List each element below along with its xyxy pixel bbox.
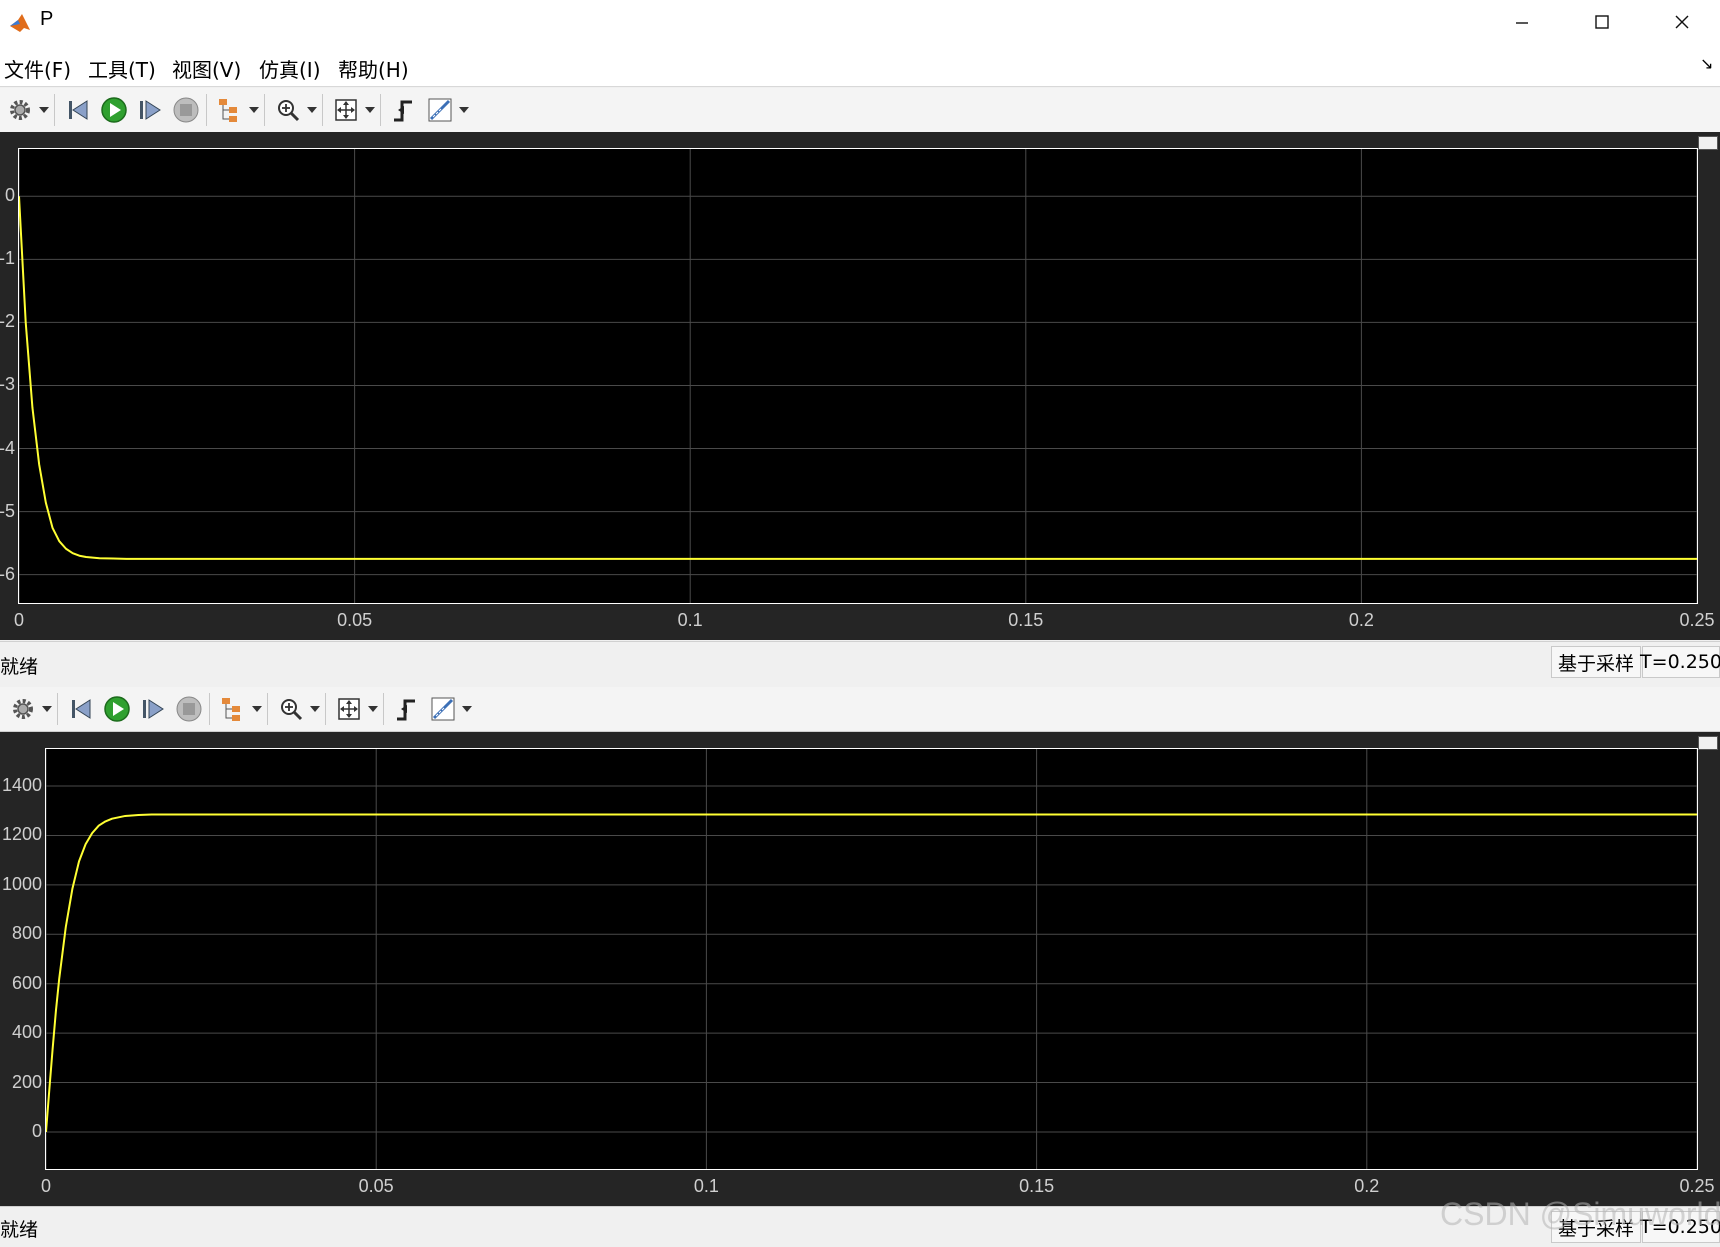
step-back-icon[interactable] (65, 693, 97, 725)
menu-view[interactable]: 视图(V) (172, 54, 241, 83)
restore-layout-button[interactable] (1698, 136, 1718, 150)
x-tick-label: 0 (13, 610, 25, 630)
x-tick-label: 0.05 (337, 610, 373, 630)
y-tick-label: -4 (0, 437, 15, 458)
toolbar-separator (209, 693, 210, 725)
plot-axes-top[interactable] (18, 148, 1698, 604)
status-text: 就绪 (0, 656, 39, 678)
window-title: P (40, 8, 54, 30)
x-tick-label: 0 (40, 1176, 52, 1196)
close-button[interactable] (1642, 0, 1720, 44)
dropdown-arrow-icon[interactable] (364, 94, 376, 126)
matlab-logo-icon (8, 10, 32, 34)
menu-simulation[interactable]: 仿真(I) (259, 54, 321, 83)
dropdown-arrow-icon[interactable] (309, 693, 321, 725)
gear-icon[interactable] (4, 94, 36, 126)
step-forward-icon[interactable] (134, 94, 166, 126)
y-tick-label: 1000 (1, 873, 42, 894)
status-text: 就绪 (0, 1219, 39, 1241)
dropdown-arrow-icon[interactable] (248, 94, 260, 126)
y-tick-label: 800 (11, 923, 42, 944)
signal-hierarchy-icon[interactable] (214, 94, 246, 126)
cursor-measurements-icon[interactable] (424, 94, 456, 126)
sample-mode-cell: 基于采样 (1551, 646, 1641, 678)
menu-file[interactable]: 文件(F) (4, 54, 71, 83)
y-tick-label: 1400 (1, 775, 42, 796)
toolbar-separator (206, 94, 207, 126)
dropdown-arrow-icon[interactable] (251, 693, 263, 725)
fit-to-view-icon[interactable] (330, 94, 362, 126)
y-tick-label: 1200 (1, 824, 42, 845)
x-tick-label: 0.25 (1679, 610, 1715, 630)
y-tick-label: 0 (4, 185, 15, 206)
stop-icon[interactable] (173, 693, 205, 725)
toolbar-separator (380, 94, 381, 126)
title-bar: P (0, 0, 1720, 44)
zoom-in-icon[interactable] (272, 94, 304, 126)
x-tick-label: 0.15 (1008, 610, 1044, 630)
run-icon[interactable] (98, 94, 130, 126)
step-back-icon[interactable] (62, 94, 94, 126)
stop-icon[interactable] (170, 94, 202, 126)
status-bar-top: 就绪 基于采样 T=0.250 (0, 641, 1720, 686)
x-tick-label: 0.2 (1348, 610, 1374, 630)
time-cell: T=0.250 (1640, 646, 1720, 678)
scope-panel-top: 0 0.05 0.1 0.15 0.2 0.25 0 -1 -2 -3 -4 -5 -6 (0, 132, 1720, 640)
minimize-button[interactable] (1482, 0, 1562, 44)
cursor-measurements-icon[interactable] (427, 693, 459, 725)
x-tick-label: 0.15 (1019, 1176, 1055, 1196)
signal-trace (46, 813, 1697, 1133)
toolbar-separator (325, 693, 326, 725)
signal-trace (19, 196, 1697, 560)
x-tick-label: 0.1 (677, 610, 703, 630)
toolbar-separator (54, 94, 55, 126)
scope-toolbar-top (0, 88, 1720, 133)
toolbar-separator (383, 693, 384, 725)
zoom-in-icon[interactable] (275, 693, 307, 725)
run-icon[interactable] (101, 693, 133, 725)
plot-axes-bottom[interactable] (45, 748, 1698, 1170)
maximize-button[interactable] (1562, 0, 1642, 44)
restore-layout-button[interactable] (1698, 736, 1718, 750)
dropdown-arrow-icon[interactable] (461, 693, 473, 725)
scope-panel-bottom: 0 0.05 0.1 0.15 0.2 0.25 0 200 400 600 800 1000 1200… (0, 732, 1720, 1206)
triggers-icon[interactable] (391, 693, 423, 725)
fit-to-view-icon[interactable] (333, 693, 365, 725)
toolbar-separator (322, 94, 323, 126)
toolbar-separator (57, 693, 58, 725)
y-tick-label: -2 (0, 311, 15, 332)
y-tick-label: -5 (0, 500, 15, 521)
y-tick-label: 600 (11, 972, 42, 993)
x-tick-label: 0.1 (693, 1176, 719, 1196)
y-tick-label: -3 (0, 374, 15, 395)
y-tick-label: 400 (11, 1022, 42, 1043)
toolbar-separator (264, 94, 265, 126)
x-tick-label: 0.05 (358, 1176, 394, 1196)
signal-hierarchy-icon[interactable] (217, 693, 249, 725)
scope-toolbar-bottom (0, 687, 1720, 732)
y-tick-label: 0 (31, 1120, 42, 1141)
y-tick-label: -1 (0, 248, 15, 269)
dropdown-arrow-icon[interactable] (38, 94, 50, 126)
triggers-icon[interactable] (388, 94, 420, 126)
undock-arrow-icon[interactable]: ↘ (1700, 54, 1713, 73)
x-tick-label: 0.25 (1679, 1176, 1715, 1196)
gear-icon[interactable] (7, 693, 39, 725)
menu-tools[interactable]: 工具(T) (88, 54, 156, 83)
menu-help[interactable]: 帮助(H) (338, 54, 409, 83)
dropdown-arrow-icon[interactable] (306, 94, 318, 126)
x-tick-label: 0.2 (1354, 1176, 1380, 1196)
toolbar-separator (267, 693, 268, 725)
y-tick-label: 200 (11, 1071, 42, 1092)
watermark-text: CSDN @Simuworld (1440, 1196, 1720, 1232)
step-forward-icon[interactable] (137, 693, 169, 725)
menu-bar: 文件(F) 工具(T) 视图(V) 仿真(I) 帮助(H) ↘ (0, 44, 1720, 87)
dropdown-arrow-icon[interactable] (458, 94, 470, 126)
dropdown-arrow-icon[interactable] (367, 693, 379, 725)
y-tick-label: -6 (0, 563, 15, 584)
dropdown-arrow-icon[interactable] (41, 693, 53, 725)
